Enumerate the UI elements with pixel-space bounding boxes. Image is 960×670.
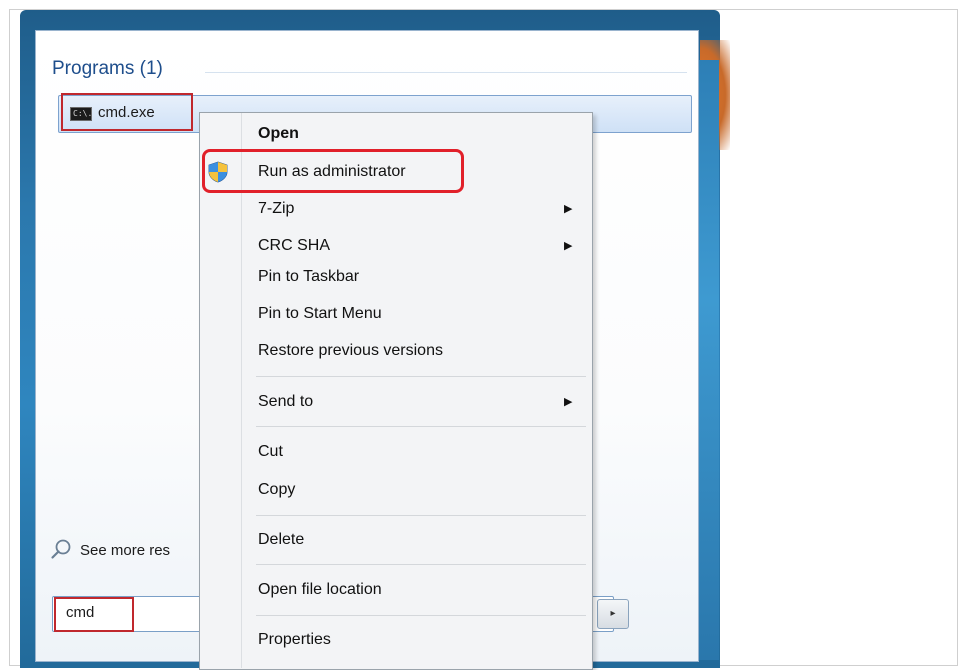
menu-separator — [256, 376, 586, 377]
menu-item-open-file-location[interactable]: Open file location — [200, 575, 590, 605]
programs-section-header: Programs (1) — [52, 58, 163, 79]
run-as-administrator-highlight — [202, 149, 464, 193]
menu-separator — [256, 615, 586, 616]
menu-item-label: Open file location — [258, 581, 382, 598]
section-divider — [205, 72, 687, 73]
menu-item-label: CRC SHA — [258, 237, 331, 254]
menu-item-restore-previous-versions[interactable]: Restore previous versions — [200, 336, 590, 366]
menu-item-cut[interactable]: Cut — [200, 437, 590, 467]
shutdown-options-button[interactable]: ▸ — [597, 599, 629, 629]
search-icon — [51, 539, 71, 559]
menu-item-properties[interactable]: Properties — [200, 625, 590, 655]
menu-item-crc-sha[interactable]: CRC SHA ▶ — [200, 231, 590, 261]
search-input-highlight — [54, 597, 134, 632]
menu-item-7-zip[interactable]: 7-Zip ▶ — [200, 194, 590, 224]
menu-item-delete[interactable]: Delete — [200, 525, 590, 555]
submenu-arrow-icon: ▶ — [564, 239, 573, 252]
menu-separator — [256, 515, 586, 516]
start-menu-right-pane — [697, 60, 719, 660]
menu-item-open[interactable]: Open — [200, 119, 590, 149]
submenu-arrow-icon: ▶ — [564, 395, 573, 408]
menu-item-label: Copy — [258, 481, 296, 498]
menu-item-label: Pin to Start Menu — [258, 305, 382, 322]
menu-item-pin-to-start-menu[interactable]: Pin to Start Menu — [200, 299, 590, 329]
menu-item-label: Cut — [258, 443, 283, 460]
menu-item-label: Delete — [258, 531, 305, 548]
menu-item-label: Open — [258, 125, 299, 142]
submenu-arrow-icon: ▶ — [564, 202, 573, 215]
menu-item-send-to[interactable]: Send to ▶ — [200, 387, 590, 417]
menu-item-label: 7-Zip — [258, 200, 295, 217]
menu-separator — [256, 564, 586, 565]
menu-item-copy[interactable]: Copy — [200, 475, 590, 505]
menu-item-label: Send to — [258, 393, 314, 410]
menu-item-label: Restore previous versions — [258, 342, 443, 359]
menu-item-pin-to-taskbar[interactable]: Pin to Taskbar — [200, 262, 590, 292]
menu-item-label: Pin to Taskbar — [258, 268, 360, 285]
menu-item-label: Properties — [258, 631, 331, 648]
see-more-results-link[interactable]: See more res — [80, 542, 200, 559]
search-result-highlight — [61, 93, 193, 131]
menu-separator — [256, 426, 586, 427]
